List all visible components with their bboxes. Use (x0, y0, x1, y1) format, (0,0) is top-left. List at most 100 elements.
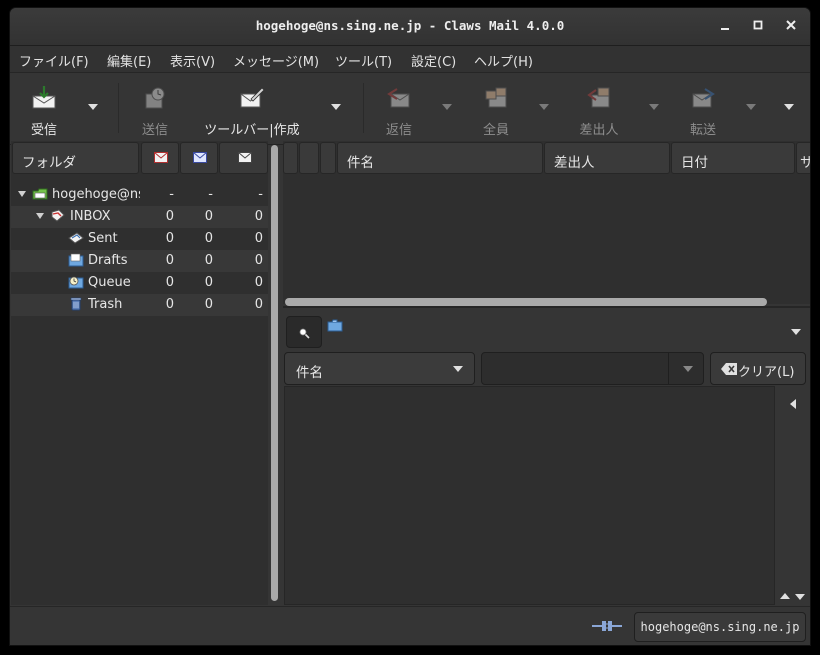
new-count-column-header[interactable] (141, 142, 179, 174)
toolbar: 受信 送信 ツールバー|作成 返信 全員 差出人 転送 (10, 73, 810, 145)
maximize-button[interactable] (747, 16, 769, 36)
scroll-up-arrow-icon[interactable] (780, 593, 790, 599)
reply-all-button[interactable]: 全員 (473, 73, 519, 143)
receive-button[interactable]: 受信 (18, 73, 70, 143)
compose-button[interactable]: ツールバー|作成 (200, 73, 304, 143)
menu-view[interactable]: 表示(V) (170, 51, 215, 70)
menu-edit[interactable]: 編集(E) (107, 51, 151, 70)
status-column-header[interactable] (299, 142, 319, 174)
inbox-icon (51, 209, 65, 222)
new-mail-icon (154, 152, 168, 163)
total-count-column-header[interactable] (219, 142, 268, 174)
folder-column-header[interactable]: フォルダ (12, 142, 139, 174)
menu-tools[interactable]: ツール(T) (335, 51, 392, 70)
account-selector-button[interactable]: hogehoge@ns.sing.ne.jp (634, 612, 806, 642)
unread-count-column-header[interactable] (180, 142, 218, 174)
reply-all-label: 全員 (482, 123, 509, 138)
message-view-scrollbar[interactable] (776, 386, 810, 605)
forward-button[interactable]: 転送 (680, 73, 726, 143)
menu-config[interactable]: 設定(C) (411, 51, 456, 70)
unread-count: 0 (204, 231, 213, 246)
toolbar-separator (363, 83, 364, 133)
search-toggle-button[interactable] (286, 316, 322, 348)
send-queue-icon (145, 87, 165, 109)
title-bar: hogehoge@ns.sing.ne.jp - Claws Mail 4.0.… (10, 8, 810, 46)
subject-column-header[interactable]: 件名 (337, 142, 543, 174)
minimize-icon (721, 28, 729, 30)
claws-mail-window: hogehoge@ns.sing.ne.jp - Claws Mail 4.0.… (10, 8, 810, 645)
send-button[interactable]: 送信 (132, 73, 178, 143)
offline-plug-icon[interactable] (592, 618, 622, 634)
unread-count: 0 (204, 209, 213, 224)
send-label: 送信 (141, 123, 168, 138)
folder-row-queue[interactable]: Queue 0 0 0 (11, 272, 268, 294)
input-divider (668, 353, 669, 384)
menu-message[interactable]: メッセージ(M) (233, 51, 319, 70)
scroll-down-arrow-icon[interactable] (795, 594, 805, 600)
reply-sender-dropdown[interactable] (649, 104, 659, 110)
search-type-select[interactable]: 件名 (284, 352, 475, 385)
search-history-dropdown[interactable] (683, 366, 693, 372)
mark-column-header[interactable] (283, 142, 298, 174)
reply-sender-icon (587, 87, 610, 108)
toolbar-overflow-button[interactable] (784, 104, 794, 110)
drafts-icon (68, 253, 84, 267)
folder-name: Drafts (88, 253, 128, 268)
collapse-arrow-icon[interactable] (36, 213, 44, 219)
menu-file[interactable]: ファイル(F) (19, 51, 89, 70)
folder-row-trash[interactable]: Trash 0 0 0 (11, 294, 268, 316)
minimize-button[interactable] (714, 16, 736, 36)
clear-button-label: クリア(L) (738, 365, 795, 380)
folder-row-inbox[interactable]: INBOX 0 0 0 (11, 206, 268, 228)
quicksearch-options-dropdown[interactable] (791, 329, 801, 335)
from-column-header[interactable]: 差出人 (544, 142, 670, 174)
mailbox-icon (32, 188, 48, 200)
message-view (284, 386, 775, 605)
status-bar: hogehoge@ns.sing.ne.jp (10, 606, 810, 645)
total-count: 0 (254, 297, 263, 312)
folder-row-account[interactable]: hogehoge@ns - - - (11, 184, 268, 206)
reply-dropdown[interactable] (442, 104, 452, 110)
close-button[interactable] (780, 16, 802, 36)
clear-search-button[interactable]: クリア(L) (710, 352, 806, 385)
folder-row-sent[interactable]: Sent 0 0 0 (11, 228, 268, 250)
forward-dropdown[interactable] (746, 104, 756, 110)
unread-count: 0 (204, 275, 213, 290)
folder-row-drafts[interactable]: Drafts 0 0 0 (11, 250, 268, 272)
scroll-left-arrow-icon[interactable] (790, 399, 796, 409)
folder-name: INBOX (70, 209, 111, 224)
forward-icon (692, 88, 715, 108)
folder-name: Sent (88, 231, 118, 246)
unread-count: 0 (204, 253, 213, 268)
message-list-hscrollbar[interactable] (285, 298, 767, 306)
collapse-arrow-icon[interactable] (18, 191, 26, 197)
new-count: 0 (165, 209, 174, 224)
reply-label: 返信 (385, 123, 412, 138)
attachment-column-header[interactable] (320, 142, 336, 174)
total-count: 0 (254, 275, 263, 290)
menu-help[interactable]: ヘルプ(H) (474, 51, 533, 70)
account-label: hogehoge@ns.sing.ne.jp (640, 620, 800, 634)
reply-sender-button[interactable]: 差出人 (573, 73, 625, 143)
folder-pane: フォルダ hogehoge@ns - - - INBOX 0 0 0 Sent … (11, 141, 268, 605)
trash-icon (70, 297, 82, 311)
total-count: 0 (254, 253, 263, 268)
folder-pane-scrollbar[interactable] (271, 141, 279, 605)
sent-icon (68, 232, 84, 244)
chevron-down-icon (453, 366, 463, 372)
window-title: hogehoge@ns.sing.ne.jp - Claws Mail 4.0.… (255, 18, 565, 33)
reply-sender-label: 差出人 (579, 123, 619, 138)
from-column-label: 差出人 (554, 155, 595, 171)
folder-name: Queue (88, 275, 131, 290)
size-column-header[interactable]: サ (796, 142, 810, 174)
search-input[interactable] (481, 352, 704, 385)
scrollbar-thumb[interactable] (271, 145, 278, 601)
date-column-header[interactable]: 日付 (671, 142, 795, 174)
reply-button[interactable]: 返信 (376, 73, 422, 143)
folder-icon[interactable] (327, 319, 343, 333)
receive-dropdown[interactable] (88, 104, 98, 110)
compose-dropdown[interactable] (331, 104, 341, 110)
folder-name: Trash (88, 297, 123, 312)
message-list: 件名 差出人 日付 サ (283, 141, 810, 304)
reply-all-dropdown[interactable] (539, 104, 549, 110)
